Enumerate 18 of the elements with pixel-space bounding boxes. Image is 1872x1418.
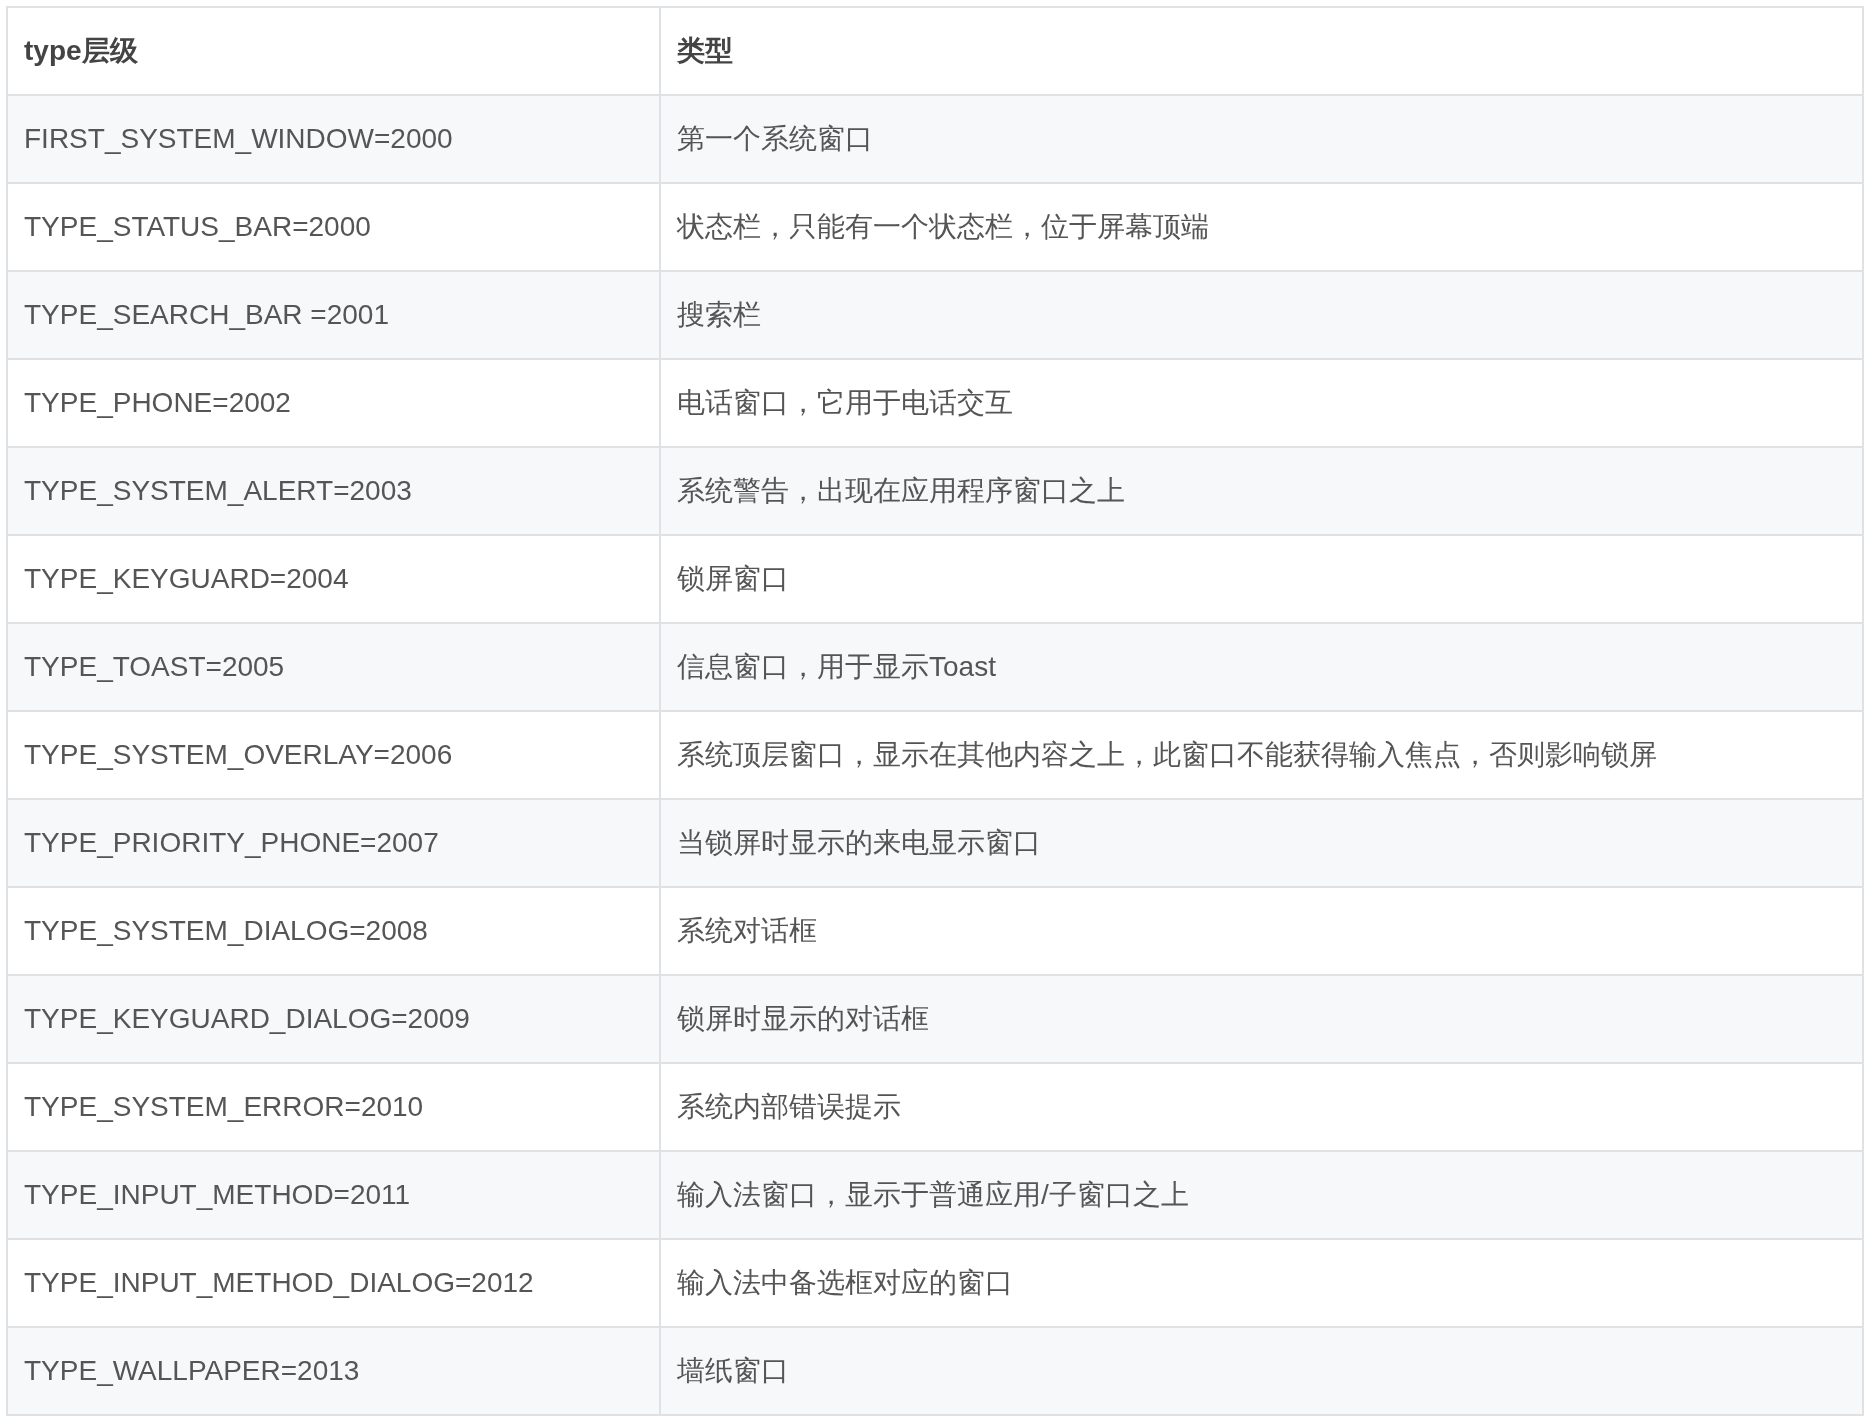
table-cell: TYPE_PRIORITY_PHONE=2007 (7, 799, 660, 887)
table-cell: TYPE_SYSTEM_ALERT=2003 (7, 447, 660, 535)
table-cell: 搜索栏 (660, 271, 1863, 359)
table-cell: 信息窗口，用于显示Toast (660, 623, 1863, 711)
table-cell: TYPE_KEYGUARD_DIALOG=2009 (7, 975, 660, 1063)
table-cell: TYPE_WALLPAPER=2013 (7, 1327, 660, 1415)
table-cell: 当锁屏时显示的来电显示窗口 (660, 799, 1863, 887)
table-cell: 墙纸窗口 (660, 1327, 1863, 1415)
column-header: 类型 (660, 7, 1863, 95)
table-cell: 输入法窗口，显示于普通应用/子窗口之上 (660, 1151, 1863, 1239)
table-cell: 第一个系统窗口 (660, 95, 1863, 183)
table-cell: FIRST_SYSTEM_WINDOW=2000 (7, 95, 660, 183)
table-cell: TYPE_INPUT_METHOD=2011 (7, 1151, 660, 1239)
table-cell: TYPE_SEARCH_BAR =2001 (7, 271, 660, 359)
table-cell: TYPE_TOAST=2005 (7, 623, 660, 711)
table-cell: 系统警告，出现在应用程序窗口之上 (660, 447, 1863, 535)
table-cell: 锁屏时显示的对话框 (660, 975, 1863, 1063)
column-header: type层级 (7, 7, 660, 95)
